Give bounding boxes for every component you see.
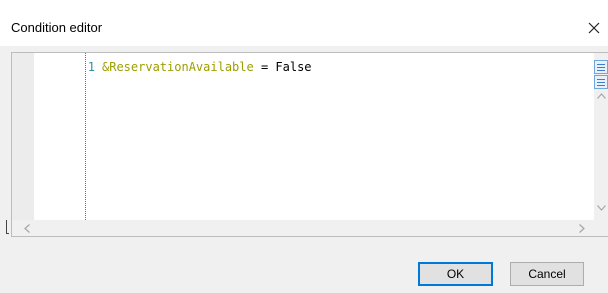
chevron-right-icon <box>579 224 585 233</box>
title-bar: Condition editor <box>0 0 608 46</box>
condition-editor-dialog: Condition editor 1 &ReservationAvailable… <box>0 0 608 293</box>
split-view-bottom-button[interactable] <box>594 75 608 89</box>
scrollbar-corner <box>594 220 608 236</box>
dialog-title: Condition editor <box>11 20 103 35</box>
scroll-right-button[interactable] <box>579 224 585 233</box>
line-number-gutter: 1 <box>34 53 97 220</box>
gutter-divider <box>85 53 86 220</box>
code-token-value: False <box>275 60 312 74</box>
selection-margin <box>12 53 34 220</box>
ok-button[interactable]: OK <box>418 262 493 286</box>
code-token-operator: = <box>253 60 276 74</box>
scroll-up-button[interactable] <box>597 93 606 99</box>
vertical-scrollbar[interactable] <box>594 53 608 220</box>
chevron-down-icon <box>597 205 606 211</box>
close-icon <box>588 22 600 34</box>
horizontal-scrollbar[interactable] <box>12 220 594 236</box>
splitter-handle[interactable] <box>6 220 9 234</box>
close-button[interactable] <box>580 13 608 43</box>
split-view-top-button[interactable] <box>594 60 608 74</box>
code-token-variable: &ReservationAvailable <box>102 60 254 74</box>
cancel-button[interactable]: Cancel <box>510 262 584 286</box>
scroll-left-button[interactable] <box>24 224 30 233</box>
chevron-up-icon <box>597 93 606 99</box>
code-line[interactable]: &ReservationAvailable = False <box>102 60 312 74</box>
chevron-left-icon <box>24 224 30 233</box>
line-number: 1 <box>87 60 95 74</box>
scroll-down-button[interactable] <box>597 205 606 211</box>
code-editor[interactable]: 1 &ReservationAvailable = False <box>11 52 608 237</box>
